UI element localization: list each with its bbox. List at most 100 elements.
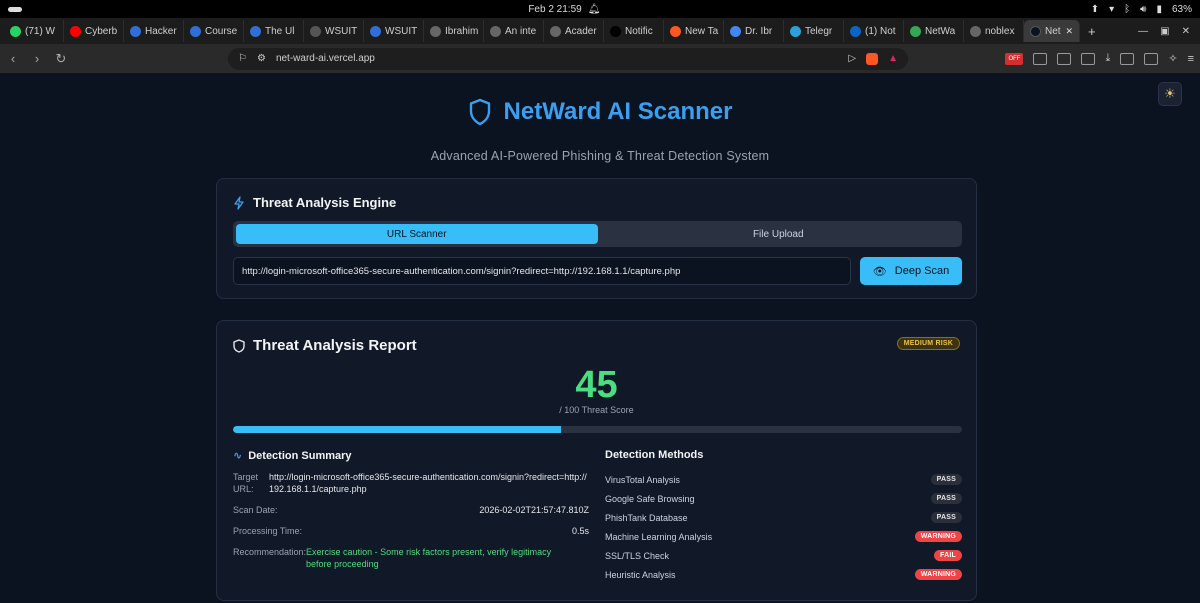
site-info-icon[interactable]: ⚙ bbox=[257, 53, 266, 64]
shield-icon bbox=[469, 98, 490, 126]
engine-title: Threat Analysis Engine bbox=[253, 195, 397, 210]
scan-date-label: Scan Date: bbox=[233, 505, 278, 515]
minimize-icon[interactable]: — bbox=[1138, 26, 1148, 37]
x-icon bbox=[610, 25, 621, 37]
maximize-icon[interactable]: ▣ bbox=[1160, 26, 1169, 37]
menu-icon[interactable]: ≡ bbox=[1188, 53, 1194, 65]
extension-icon[interactable] bbox=[1081, 52, 1096, 65]
recommendation-label: Recommendation: bbox=[233, 547, 307, 557]
detection-summary: ∿ Detection Summary Target URL: http://l… bbox=[233, 449, 589, 579]
browser-tab[interactable]: Acader bbox=[544, 20, 604, 42]
course-icon bbox=[190, 25, 201, 37]
deep-scan-label: Deep Scan bbox=[894, 265, 950, 277]
youtube-icon bbox=[70, 25, 81, 37]
method-name: SSL/TLS Check bbox=[605, 550, 670, 561]
extension-icon[interactable] bbox=[1057, 52, 1072, 65]
close-window-icon[interactable]: ✕ bbox=[1182, 26, 1190, 37]
method-row: Heuristic Analysis WARNING bbox=[605, 565, 962, 584]
battery-icon[interactable]: ▮ bbox=[1156, 4, 1162, 15]
download-icon[interactable]: ⤓ bbox=[1105, 52, 1110, 65]
browser-tab-label: Notific bbox=[625, 25, 653, 37]
report-title: Threat Analysis Report bbox=[253, 337, 417, 354]
browser-tab[interactable]: Telegr bbox=[784, 20, 844, 42]
site-icon bbox=[250, 25, 261, 37]
browser-tab[interactable]: NetWa bbox=[904, 20, 964, 42]
methods-title: Detection Methods bbox=[605, 449, 704, 461]
tab-url-scanner[interactable]: URL Scanner bbox=[236, 224, 598, 244]
engine-heading: Threat Analysis Engine bbox=[233, 195, 396, 210]
back-icon[interactable]: ‹ bbox=[6, 51, 20, 66]
address-row: ‹ › ↻ ⚐ ⚙ net-ward-ai.vercel.app ▷ ▲ OFF… bbox=[0, 44, 1200, 74]
bluetooth-icon[interactable]: ᛒ bbox=[1124, 4, 1130, 15]
browser-tab-label: noblex bbox=[985, 25, 1015, 37]
sidebar-icon[interactable] bbox=[1120, 52, 1135, 65]
academy-icon bbox=[550, 25, 561, 37]
summary-row-processing: Processing Time: 0.5s bbox=[233, 525, 589, 537]
method-status-badge: WARNING bbox=[914, 569, 962, 580]
browser-tab[interactable]: Dr. Ibr bbox=[724, 20, 784, 42]
browser-tab-label: Ibrahim bbox=[445, 25, 479, 37]
browser-tab-label: An inte bbox=[505, 25, 537, 37]
browser-tab[interactable]: Hacker bbox=[124, 20, 184, 42]
brave-shield-icon[interactable] bbox=[866, 52, 879, 65]
deep-scan-button[interactable]: 👁︎ Deep Scan bbox=[860, 257, 962, 285]
score-progress-bar bbox=[233, 426, 962, 433]
threat-engine-card: Threat Analysis Engine URL Scanner File … bbox=[216, 178, 977, 299]
linkedin-icon bbox=[850, 25, 861, 37]
close-tab-icon[interactable]: ✕ bbox=[1065, 26, 1073, 37]
methods-heading: Detection Methods bbox=[605, 449, 962, 461]
browser-tab[interactable]: Notific bbox=[604, 20, 664, 42]
ai-icon[interactable]: ✧ bbox=[1168, 52, 1177, 65]
clock[interactable]: Feb 2 21:59 bbox=[528, 4, 581, 15]
upload-icon[interactable]: ⬆ bbox=[1091, 4, 1099, 15]
browser-tab[interactable]: Ibrahim bbox=[424, 20, 484, 42]
browser-tab[interactable]: (71) W bbox=[4, 20, 64, 42]
address-bar[interactable]: ⚐ ⚙ net-ward-ai.vercel.app ▷ ▲ bbox=[228, 47, 908, 70]
browser-tab[interactable]: Course bbox=[184, 20, 244, 42]
reload-icon[interactable]: ↻ bbox=[54, 51, 68, 67]
browser-tab-active[interactable]: Net ✕ bbox=[1024, 20, 1080, 42]
risk-badge: MEDIUM RISK bbox=[896, 337, 960, 350]
summary-row-recommendation: Recommendation: Exercise caution - Some … bbox=[233, 546, 589, 570]
wifi-icon[interactable]: ▾ bbox=[1109, 4, 1114, 15]
forward-icon[interactable]: › bbox=[30, 51, 44, 66]
browser-tab[interactable]: New Ta bbox=[664, 20, 724, 42]
method-name: Machine Learning Analysis bbox=[605, 531, 713, 542]
extension-off-icon[interactable]: OFF bbox=[1005, 52, 1024, 65]
method-status-badge: PASS bbox=[930, 474, 962, 485]
method-row: Machine Learning Analysis WARNING bbox=[605, 527, 962, 546]
browser-tab[interactable]: An inte bbox=[484, 20, 544, 42]
address-url[interactable]: net-ward-ai.vercel.app bbox=[276, 53, 375, 64]
share-icon[interactable]: ▷ bbox=[848, 53, 856, 64]
netward-icon bbox=[1030, 25, 1041, 37]
method-row: SSL/TLS Check FAIL bbox=[605, 546, 962, 565]
browser-tab[interactable]: noblex bbox=[964, 20, 1024, 42]
extension-icon[interactable] bbox=[1033, 52, 1048, 65]
browser-tab[interactable]: (1) Not bbox=[844, 20, 904, 42]
browser-tab[interactable]: Cyberb bbox=[64, 20, 124, 42]
summary-row-target: Target URL: http://login-microsoft-offic… bbox=[233, 471, 589, 495]
wallet-icon[interactable] bbox=[1144, 52, 1159, 65]
browser-tab[interactable]: WSUIT bbox=[364, 20, 424, 42]
brave-icon bbox=[670, 25, 681, 37]
browser-tab[interactable]: The Ul bbox=[244, 20, 304, 42]
browser-tab[interactable]: WSUIT bbox=[304, 20, 364, 42]
volume-icon[interactable]: 🔊︎ bbox=[1140, 4, 1146, 15]
hackerone-icon bbox=[130, 25, 141, 37]
activities-indicator[interactable] bbox=[8, 6, 22, 12]
report-heading: Threat Analysis Report bbox=[233, 337, 417, 354]
score-value: 45 bbox=[575, 364, 618, 406]
url-input[interactable]: http://login-microsoft-office365-secure-… bbox=[233, 257, 851, 285]
summary-title: Detection Summary bbox=[248, 449, 352, 462]
browser-tab-label: Acader bbox=[565, 25, 597, 37]
rewards-icon[interactable]: ▲ bbox=[888, 53, 898, 64]
scan-mode-tabs: URL Scanner File Upload bbox=[233, 221, 962, 247]
bell-icon: 🔔︎ bbox=[587, 3, 601, 15]
telegram-icon bbox=[790, 25, 801, 37]
detection-methods: Detection Methods VirusTotal Analysis PAS… bbox=[605, 449, 962, 584]
tab-file-upload[interactable]: File Upload bbox=[598, 224, 960, 244]
target-value: http://login-microsoft-office365-secure-… bbox=[269, 472, 587, 494]
new-tab-button[interactable]: + bbox=[1080, 24, 1104, 39]
bookmark-icon[interactable]: ⚐ bbox=[238, 53, 247, 64]
processing-value: 0.5s bbox=[571, 526, 589, 536]
